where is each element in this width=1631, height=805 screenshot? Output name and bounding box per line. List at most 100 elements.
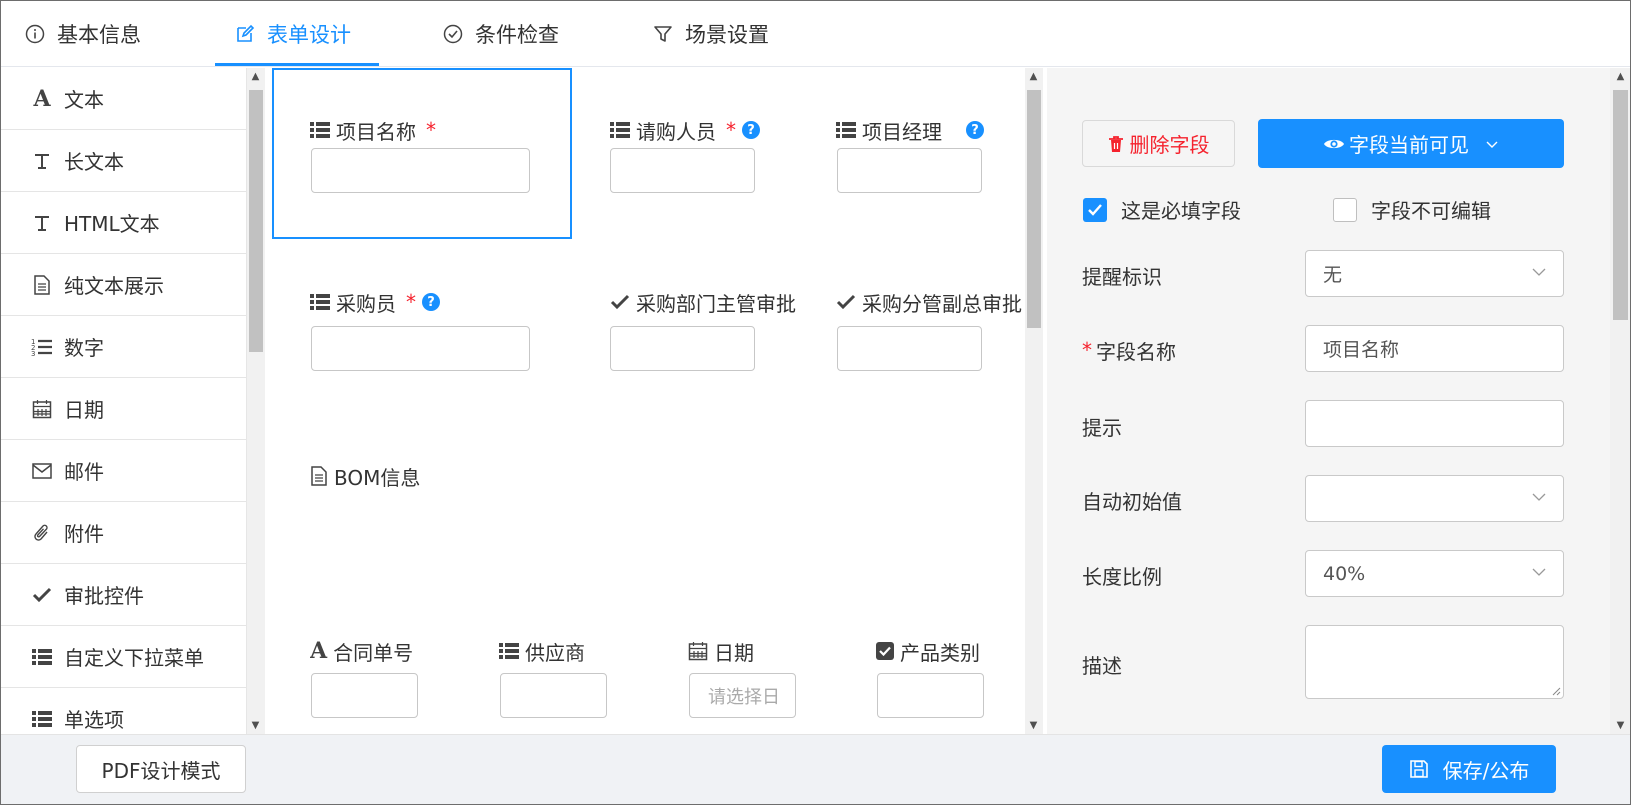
palette-item-long-text[interactable]: 长文本 xyxy=(1,130,246,192)
help-question-icon[interactable]: ? xyxy=(742,121,760,139)
edit-icon xyxy=(237,24,255,42)
pdf-design-mode-button[interactable]: PDF设计模式 xyxy=(76,745,246,793)
auto-init-label: 自动初始值 xyxy=(1082,489,1182,514)
svg-text:3: 3 xyxy=(31,350,35,357)
check-circle-icon xyxy=(443,24,463,44)
palette-item-text[interactable]: A 文本 xyxy=(1,68,246,130)
calendar-icon xyxy=(31,398,53,420)
palette-item-single-choice[interactable]: 单选项 xyxy=(1,688,246,734)
field-label-product-category: 产品类别 xyxy=(876,637,980,665)
dept-approval-input[interactable] xyxy=(610,326,755,371)
field-label-text: 供应商 xyxy=(525,640,585,665)
required-star: * xyxy=(1082,338,1092,362)
scroll-up-arrow-icon[interactable]: ▲ xyxy=(1612,68,1629,85)
scroll-down-arrow-icon[interactable]: ▼ xyxy=(247,717,264,734)
field-name-label-text: 字段名称 xyxy=(1096,339,1176,364)
list-icon xyxy=(31,646,53,668)
field-properties-panel: 删除字段 字段当前可见 这是必填字段 字段不可编辑 提醒标识 无 * 字段名称 … xyxy=(1047,68,1610,734)
reminder-select[interactable]: 无 xyxy=(1305,250,1564,297)
contract-no-input[interactable] xyxy=(311,673,418,718)
required-star: * xyxy=(726,118,736,142)
save-publish-button[interactable]: 保存/公布 xyxy=(1382,745,1556,793)
canvas-scrollbar[interactable]: ▲ ▼ xyxy=(1025,68,1043,734)
tab-label: 表单设计 xyxy=(267,23,351,47)
palette-item-plain-text[interactable]: 纯文本展示 xyxy=(1,254,246,316)
form-canvas: 项目名称 * 请购人员 * ? 项目经理 ? 采购员 * ? 采购部门主管审批 xyxy=(272,68,1025,734)
resize-handle-icon[interactable] xyxy=(1551,686,1561,696)
project-manager-input[interactable] xyxy=(837,148,982,193)
chevron-down-icon xyxy=(1532,493,1546,501)
help-question-icon[interactable]: ? xyxy=(422,293,440,311)
scroll-down-arrow-icon[interactable]: ▼ xyxy=(1612,717,1629,734)
list-icon xyxy=(499,643,519,659)
date-picker-input[interactable]: 请选择日 xyxy=(689,673,796,718)
hint-input[interactable] xyxy=(1305,400,1564,447)
scroll-up-arrow-icon[interactable]: ▲ xyxy=(247,68,264,85)
field-label-supplier: 供应商 xyxy=(499,637,585,665)
checkmark-icon xyxy=(610,294,630,310)
field-name-value: 项目名称 xyxy=(1323,339,1400,361)
props-scrollbar[interactable]: ▲ ▼ xyxy=(1610,68,1630,734)
field-name-input[interactable]: 项目名称 xyxy=(1305,325,1564,372)
supplier-input[interactable] xyxy=(500,673,607,718)
palette-item-number[interactable]: 123 数字 xyxy=(1,316,246,378)
footer-bar: PDF设计模式 保存/公布 xyxy=(1,734,1630,804)
help-question-icon[interactable]: ? xyxy=(966,121,984,139)
scroll-up-arrow-icon[interactable]: ▲ xyxy=(1025,68,1042,85)
requester-input[interactable] xyxy=(610,148,755,193)
eye-icon xyxy=(1324,139,1344,148)
trash-icon xyxy=(1108,135,1123,152)
description-textarea[interactable] xyxy=(1305,625,1564,699)
purchaser-input[interactable] xyxy=(311,326,530,371)
field-label-text: 合同单号 xyxy=(333,640,414,665)
required-field-checkbox[interactable]: 这是必填字段 xyxy=(1083,195,1241,224)
palette-item-label: 自定义下拉菜单 xyxy=(64,646,204,670)
chevron-down-icon xyxy=(1532,568,1546,576)
palette-scrollbar[interactable]: ▲ ▼ xyxy=(247,68,265,734)
numbered-list-icon: 123 xyxy=(31,336,53,358)
tab-scene-settings[interactable]: 场景设置 xyxy=(653,1,769,67)
length-ratio-value: 40% xyxy=(1323,562,1366,585)
list-icon xyxy=(31,708,53,730)
palette-item-approval[interactable]: 审批控件 xyxy=(1,564,246,626)
pdf-design-mode-label: PDF设计模式 xyxy=(101,758,221,783)
palette-item-date[interactable]: 日期 xyxy=(1,378,246,440)
readonly-field-checkbox[interactable]: 字段不可编辑 xyxy=(1333,195,1491,224)
paperclip-icon xyxy=(31,522,53,544)
date-placeholder: 请选择日 xyxy=(708,686,780,708)
field-label-text: 项目名称 xyxy=(336,119,416,144)
field-palette: A 文本 长文本 HTML文本 纯文本展示 123 数字 日期 邮件 附件 审批… xyxy=(1,68,247,734)
palette-item-attachment[interactable]: 附件 xyxy=(1,502,246,564)
palette-item-custom-dropdown[interactable]: 自定义下拉菜单 xyxy=(1,626,246,688)
palette-item-html-text[interactable]: HTML文本 xyxy=(1,192,246,254)
product-category-input[interactable] xyxy=(877,673,984,718)
scrollbar-thumb[interactable] xyxy=(249,90,263,352)
field-visibility-dropdown[interactable]: 字段当前可见 xyxy=(1258,119,1564,168)
scroll-down-arrow-icon[interactable]: ▼ xyxy=(1025,717,1042,734)
field-label-text: 日期 xyxy=(714,640,754,665)
scrollbar-thumb[interactable] xyxy=(1613,90,1628,320)
auto-init-select[interactable] xyxy=(1305,475,1564,522)
vp-approval-input[interactable] xyxy=(837,326,982,371)
field-label-contract-no: A 合同单号 xyxy=(310,637,413,665)
length-ratio-select[interactable]: 40% xyxy=(1305,550,1564,597)
palette-item-email[interactable]: 邮件 xyxy=(1,440,246,502)
checked-box-icon xyxy=(876,642,894,660)
palette-item-label: HTML文本 xyxy=(64,212,160,236)
checkmark-icon xyxy=(836,294,856,310)
delete-field-button[interactable]: 删除字段 xyxy=(1082,120,1235,167)
scrollbar-thumb[interactable] xyxy=(1027,90,1041,328)
palette-item-label: 数字 xyxy=(64,336,104,360)
filter-icon xyxy=(654,26,672,42)
project-name-input[interactable] xyxy=(311,148,530,193)
text-a-icon: A xyxy=(310,638,328,664)
text-a-icon: A xyxy=(33,85,51,112)
palette-item-label: 长文本 xyxy=(64,150,124,174)
required-star: * xyxy=(406,290,416,314)
tab-condition-check[interactable]: 条件检查 xyxy=(443,1,559,67)
tab-basic-info[interactable]: 基本信息 xyxy=(25,1,141,67)
chevron-down-icon xyxy=(1486,141,1498,148)
field-label-purchaser: 采购员 * ? xyxy=(310,288,440,316)
tab-form-design[interactable]: 表单设计 xyxy=(235,1,351,67)
field-label-text: 产品类别 xyxy=(900,640,980,665)
